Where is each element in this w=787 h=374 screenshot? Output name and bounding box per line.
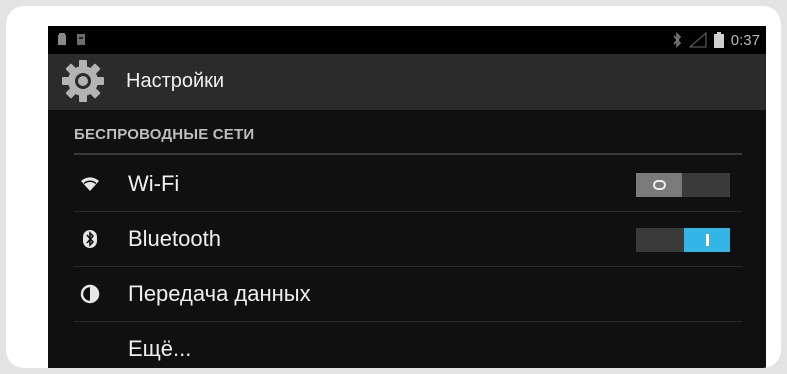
row-label-more: Ещё...: [128, 336, 192, 361]
battery-icon: [713, 32, 724, 48]
bluetooth-toggle[interactable]: [636, 228, 730, 252]
page-title: Настройки: [126, 70, 225, 92]
wifi-icon: [81, 177, 99, 191]
wifi-toggle[interactable]: [636, 173, 730, 197]
settings-row-more[interactable]: Ещё...: [74, 322, 742, 368]
row-label-data-usage: Передача данных: [128, 281, 311, 306]
bluetooth-icon: [83, 230, 97, 248]
section-divider: [74, 153, 742, 155]
status-indicators: 0:37: [672, 30, 760, 50]
settings-row-data-usage[interactable]: Передача данных: [74, 267, 742, 322]
toggle-knob: [636, 173, 682, 197]
device-frame: 0:37 Настройки БЕСПРОВОДНЫЕ СЕТИ Wi-Fi B…: [6, 6, 781, 368]
android-screen: 0:37 Настройки БЕСПРОВОДНЫЕ СЕТИ Wi-Fi B…: [48, 26, 766, 368]
bluetooth-icon: [673, 32, 681, 48]
settings-row-bluetooth[interactable]: Bluetooth: [74, 212, 742, 267]
section-header-wireless: БЕСПРОВОДНЫЕ СЕТИ: [74, 126, 255, 143]
status-time: 0:37: [730, 31, 760, 49]
signal-icon: [688, 32, 707, 48]
settings-gear-icon[interactable]: [60, 58, 106, 104]
row-label-wifi: Wi-Fi: [128, 171, 180, 196]
notification-icon: [58, 33, 66, 45]
row-label-bluetooth: Bluetooth: [128, 226, 221, 251]
notification-icon: [77, 34, 85, 45]
toggle-knob: [684, 228, 730, 252]
action-bar: Настройки: [48, 54, 766, 110]
status-bar: 0:37: [48, 26, 766, 54]
data-usage-icon: [80, 284, 100, 304]
settings-row-wifi[interactable]: Wi-Fi: [74, 157, 742, 212]
